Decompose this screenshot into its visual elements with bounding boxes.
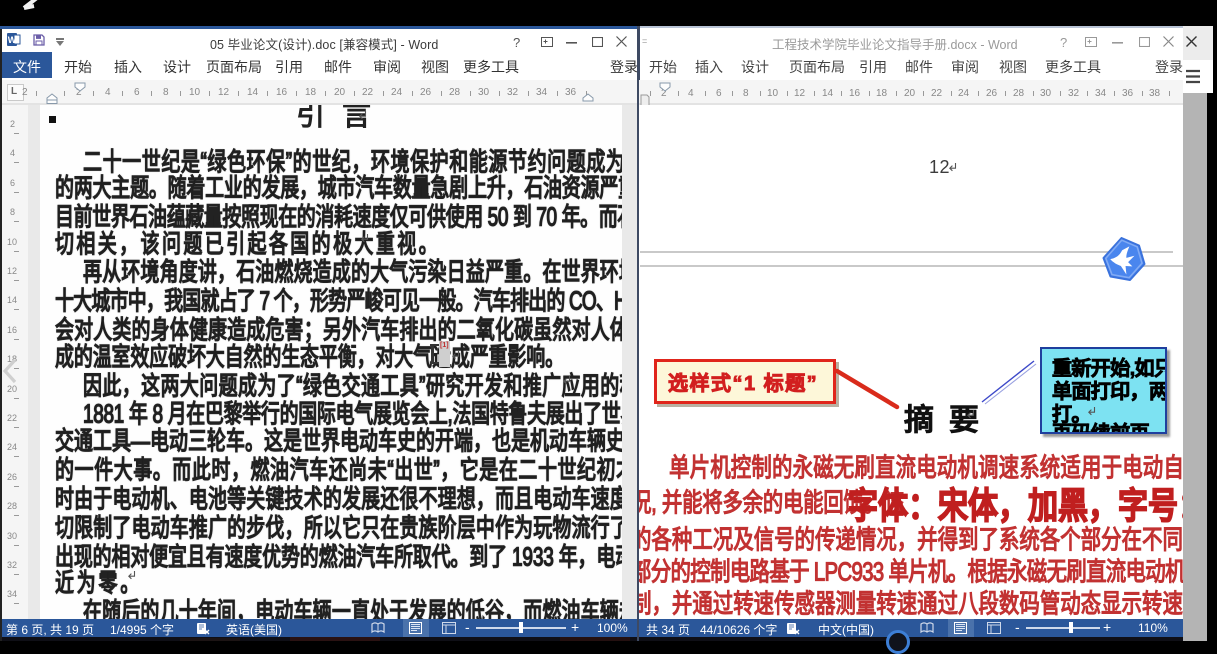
svg-text:W: W bbox=[8, 35, 17, 45]
